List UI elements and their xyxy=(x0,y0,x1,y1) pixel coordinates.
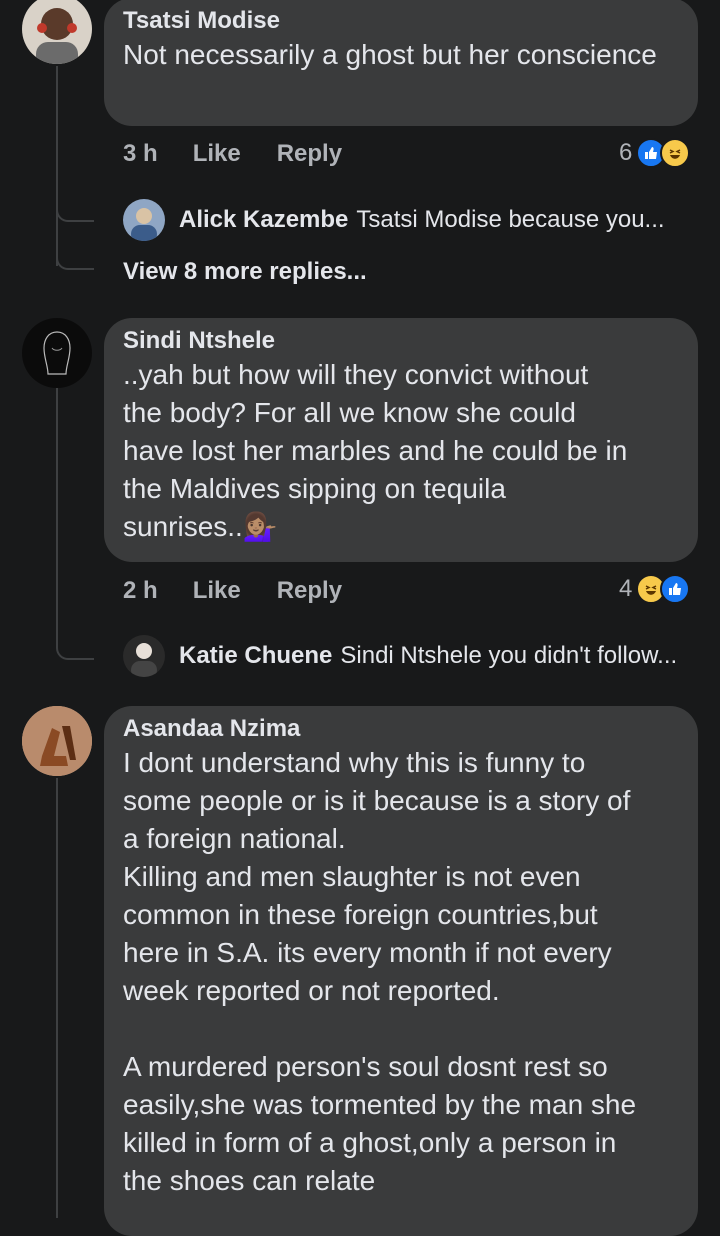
like-icon xyxy=(660,574,691,604)
reply-snippet: Sindi Ntshele you didn't follow... xyxy=(340,642,678,669)
comment-text: Not necessarily a ghost but her conscien… xyxy=(123,39,657,70)
avatar[interactable] xyxy=(22,0,92,64)
reaction-count: 6 xyxy=(619,139,633,166)
thread-line xyxy=(56,66,58,266)
avatar[interactable] xyxy=(123,199,165,241)
avatar[interactable] xyxy=(22,706,92,776)
comment-bubble: Tsatsi Modise Not necessarily a ghost bu… xyxy=(104,0,698,126)
comment-author[interactable]: Tsatsi Modise xyxy=(123,6,678,36)
comment-author[interactable]: Asandaa Nzima xyxy=(123,714,678,744)
avatar[interactable] xyxy=(22,318,92,388)
timestamp[interactable]: 3 h xyxy=(123,140,158,168)
reply-button[interactable]: Reply xyxy=(277,577,342,605)
comment-bubble: Sindi Ntshele ..yah but how will they co… xyxy=(104,318,698,562)
comment-bubble: Asandaa Nzima I dont understand why this… xyxy=(104,706,698,1236)
thread-line xyxy=(56,388,58,648)
comment-actions: 3 h Like Reply xyxy=(123,140,342,168)
view-more-replies-link[interactable]: View 8 more replies... xyxy=(123,258,367,286)
thread-line xyxy=(56,778,58,1218)
comment-author[interactable]: Sindi Ntshele xyxy=(123,326,678,356)
thread-connector xyxy=(56,626,94,660)
thread-connector xyxy=(56,238,94,270)
reply-preview[interactable]: Alick Kazembe Tsatsi Modise because you.… xyxy=(123,199,665,241)
reply-author: Katie Chuene xyxy=(179,642,333,669)
reply-snippet: Tsatsi Modise because you... xyxy=(356,206,665,233)
like-button[interactable]: Like xyxy=(193,577,241,605)
haha-icon xyxy=(660,138,691,168)
reaction-summary[interactable]: 4 xyxy=(619,574,691,604)
comment-actions: 2 h Like Reply xyxy=(123,577,342,605)
reply-button[interactable]: Reply xyxy=(277,140,342,168)
reply-preview[interactable]: Katie Chuene Sindi Ntshele you didn't fo… xyxy=(123,635,677,677)
reply-author: Alick Kazembe xyxy=(179,206,349,233)
comment-text: I dont understand why this is funny to s… xyxy=(123,747,637,1196)
like-button[interactable]: Like xyxy=(193,140,241,168)
reaction-summary[interactable]: 6 xyxy=(619,138,691,168)
timestamp[interactable]: 2 h xyxy=(123,577,158,605)
comment-text: ..yah but how will they convict without … xyxy=(123,359,628,542)
reaction-count: 4 xyxy=(619,575,633,602)
thread-connector xyxy=(56,190,94,222)
avatar[interactable] xyxy=(123,635,165,677)
